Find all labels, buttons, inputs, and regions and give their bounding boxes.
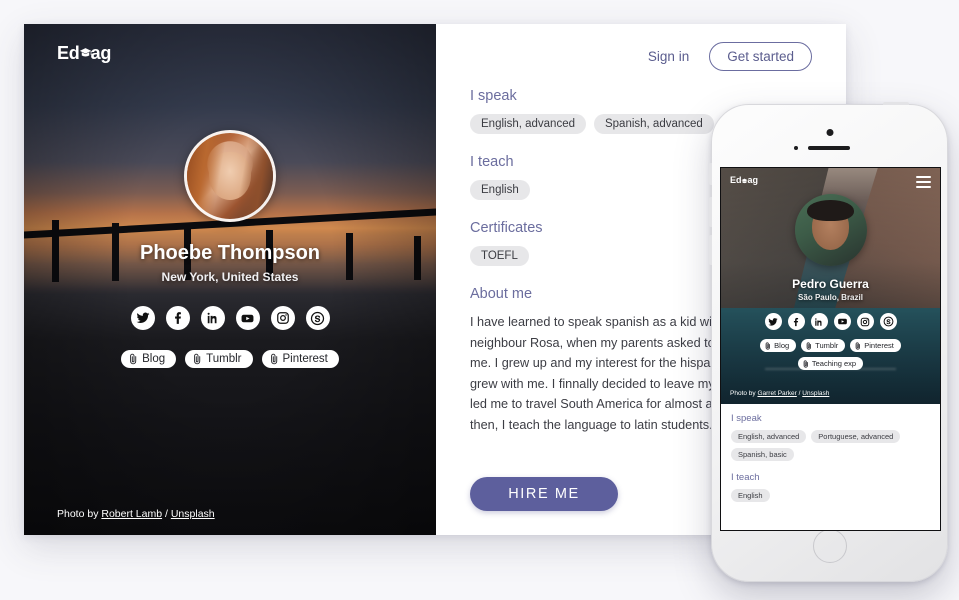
tag-item: English, advanced bbox=[731, 430, 807, 443]
instagram-icon[interactable] bbox=[856, 313, 874, 330]
tag-item: English bbox=[731, 489, 770, 502]
phone-silent-switch[interactable] bbox=[709, 163, 712, 185]
link-pills-row: Blog Tumblr Pinterest bbox=[121, 350, 339, 368]
get-started-button[interactable]: Get started bbox=[709, 41, 812, 71]
mobile-profile-name: Pedro Guerra bbox=[792, 277, 869, 291]
link-pill-label: Tumblr bbox=[815, 341, 839, 350]
mobile-profile-location: São Paulo, Brazil bbox=[798, 293, 863, 302]
instagram-icon[interactable] bbox=[270, 306, 295, 330]
mobile-brand-logo-text-end: ag bbox=[747, 175, 759, 185]
paperclip-icon bbox=[806, 341, 812, 350]
facebook-icon[interactable] bbox=[787, 313, 805, 330]
paperclip-icon bbox=[855, 341, 861, 350]
link-pill-pinterest[interactable]: Pinterest bbox=[850, 339, 901, 352]
link-pill-label: Pinterest bbox=[864, 341, 894, 350]
phone-home-button[interactable] bbox=[812, 529, 847, 563]
facebook-icon[interactable] bbox=[165, 306, 190, 330]
graduation-cap-icon bbox=[79, 47, 92, 59]
phone-proximity-sensor bbox=[794, 146, 798, 150]
section-title: I speak bbox=[470, 88, 517, 104]
mobile-photo-credit-source-link[interactable]: Unsplash bbox=[802, 390, 829, 397]
avatar bbox=[184, 130, 276, 222]
skype-icon[interactable] bbox=[879, 313, 897, 330]
photo-credit: Photo by Robert Lamb / Unsplash bbox=[57, 508, 215, 520]
mobile-section-i-speak: I speak English, advanced Portuguese, ad… bbox=[731, 413, 930, 461]
mobile-phone-mockup: Ed ag Pedro Guerra São Paulo, Brazil Blo… bbox=[709, 102, 948, 582]
paperclip-icon bbox=[130, 353, 137, 365]
link-pill-tumblr[interactable]: Tumblr bbox=[801, 339, 846, 352]
brand-logo[interactable]: Ed ag bbox=[57, 44, 111, 62]
photo-credit-author-link[interactable]: Robert Lamb bbox=[101, 508, 162, 520]
link-pill-blog[interactable]: Blog bbox=[121, 350, 177, 368]
photo-credit-prefix: Photo by bbox=[57, 508, 102, 520]
twitter-icon[interactable] bbox=[130, 306, 155, 330]
paperclip-icon bbox=[803, 359, 808, 368]
profile-name: Phoebe Thompson bbox=[140, 242, 320, 264]
tag-item: Spanish, basic bbox=[731, 448, 794, 461]
tag-item: English bbox=[470, 180, 530, 200]
paperclip-icon bbox=[270, 353, 277, 365]
hamburger-menu-icon[interactable] bbox=[916, 176, 931, 188]
sign-in-link[interactable]: Sign in bbox=[648, 49, 689, 64]
mobile-section-title: I teach bbox=[731, 472, 760, 483]
mobile-avatar bbox=[794, 194, 867, 266]
mobile-link-pills-row: Blog Tumblr Pinterest Teaching exp bbox=[736, 339, 926, 370]
mobile-photo-credit-prefix: Photo by bbox=[730, 390, 758, 397]
link-pill-label: Tumblr bbox=[206, 353, 242, 365]
mobile-tag-row: English bbox=[731, 489, 930, 502]
link-pill-teaching-exp[interactable]: Teaching exp bbox=[797, 357, 864, 370]
linkedin-icon[interactable] bbox=[200, 306, 225, 330]
phone-power-button[interactable] bbox=[883, 102, 909, 105]
phone-earpiece-speaker bbox=[808, 146, 850, 150]
tag-item: TOEFL bbox=[470, 246, 529, 266]
mobile-profile-hero: Ed ag Pedro Guerra São Paulo, Brazil Blo… bbox=[721, 168, 940, 404]
tag-item: English, advanced bbox=[470, 114, 586, 134]
profile-hero-panel: Ed ag Phoebe Thompson New York, United S… bbox=[24, 24, 436, 535]
link-pill-label: Pinterest bbox=[282, 353, 328, 365]
youtube-icon[interactable] bbox=[833, 313, 851, 330]
mobile-photo-credit: Photo by Garret Parker / Unsplash bbox=[730, 390, 829, 397]
skype-icon[interactable] bbox=[305, 306, 330, 330]
phone-volume-down-button[interactable] bbox=[709, 235, 712, 265]
tag-item: Portuguese, advanced bbox=[811, 430, 901, 443]
mobile-photo-credit-author-link[interactable]: Garret Parker bbox=[757, 390, 796, 397]
link-pill-label: Blog bbox=[142, 353, 166, 365]
paperclip-icon bbox=[765, 341, 771, 350]
linkedin-icon[interactable] bbox=[810, 313, 828, 330]
hire-me-button[interactable]: HIRE ME bbox=[470, 477, 618, 512]
link-pill-label: Blog bbox=[774, 341, 790, 350]
paperclip-icon bbox=[194, 353, 201, 365]
mobile-details-body: I speak English, advanced Portuguese, ad… bbox=[721, 404, 940, 502]
social-links-row bbox=[130, 306, 330, 330]
mobile-tag-row: English, advanced Portuguese, advanced S… bbox=[731, 430, 930, 461]
brand-logo-text-end: ag bbox=[90, 43, 112, 63]
twitter-icon[interactable] bbox=[764, 313, 782, 330]
link-pill-tumblr[interactable]: Tumblr bbox=[185, 350, 253, 368]
photo-credit-source-link[interactable]: Unsplash bbox=[171, 508, 215, 520]
tag-item: Spanish, advanced bbox=[593, 114, 714, 134]
link-pill-pinterest[interactable]: Pinterest bbox=[261, 350, 339, 368]
phone-volume-up-button[interactable] bbox=[709, 197, 712, 227]
link-pill-blog[interactable]: Blog bbox=[760, 339, 797, 352]
brand-logo-text-start: Ed bbox=[57, 43, 80, 63]
link-pill-label: Teaching exp bbox=[811, 359, 857, 368]
photo-credit-separator: / bbox=[162, 508, 171, 520]
mobile-section-title: I speak bbox=[731, 413, 762, 424]
profile-location: New York, United States bbox=[161, 270, 299, 284]
mobile-brand-logo[interactable]: Ed ag bbox=[730, 176, 758, 185]
mobile-section-i-teach: I teach English bbox=[731, 472, 930, 502]
mobile-social-links-row bbox=[764, 313, 897, 330]
phone-front-camera bbox=[826, 129, 833, 136]
mobile-brand-logo-text-start: Ed bbox=[730, 175, 742, 185]
top-navigation-bar: Sign in Get started bbox=[470, 24, 812, 88]
mobile-screen: Ed ag Pedro Guerra São Paulo, Brazil Blo… bbox=[720, 167, 941, 531]
youtube-icon[interactable] bbox=[235, 306, 260, 330]
